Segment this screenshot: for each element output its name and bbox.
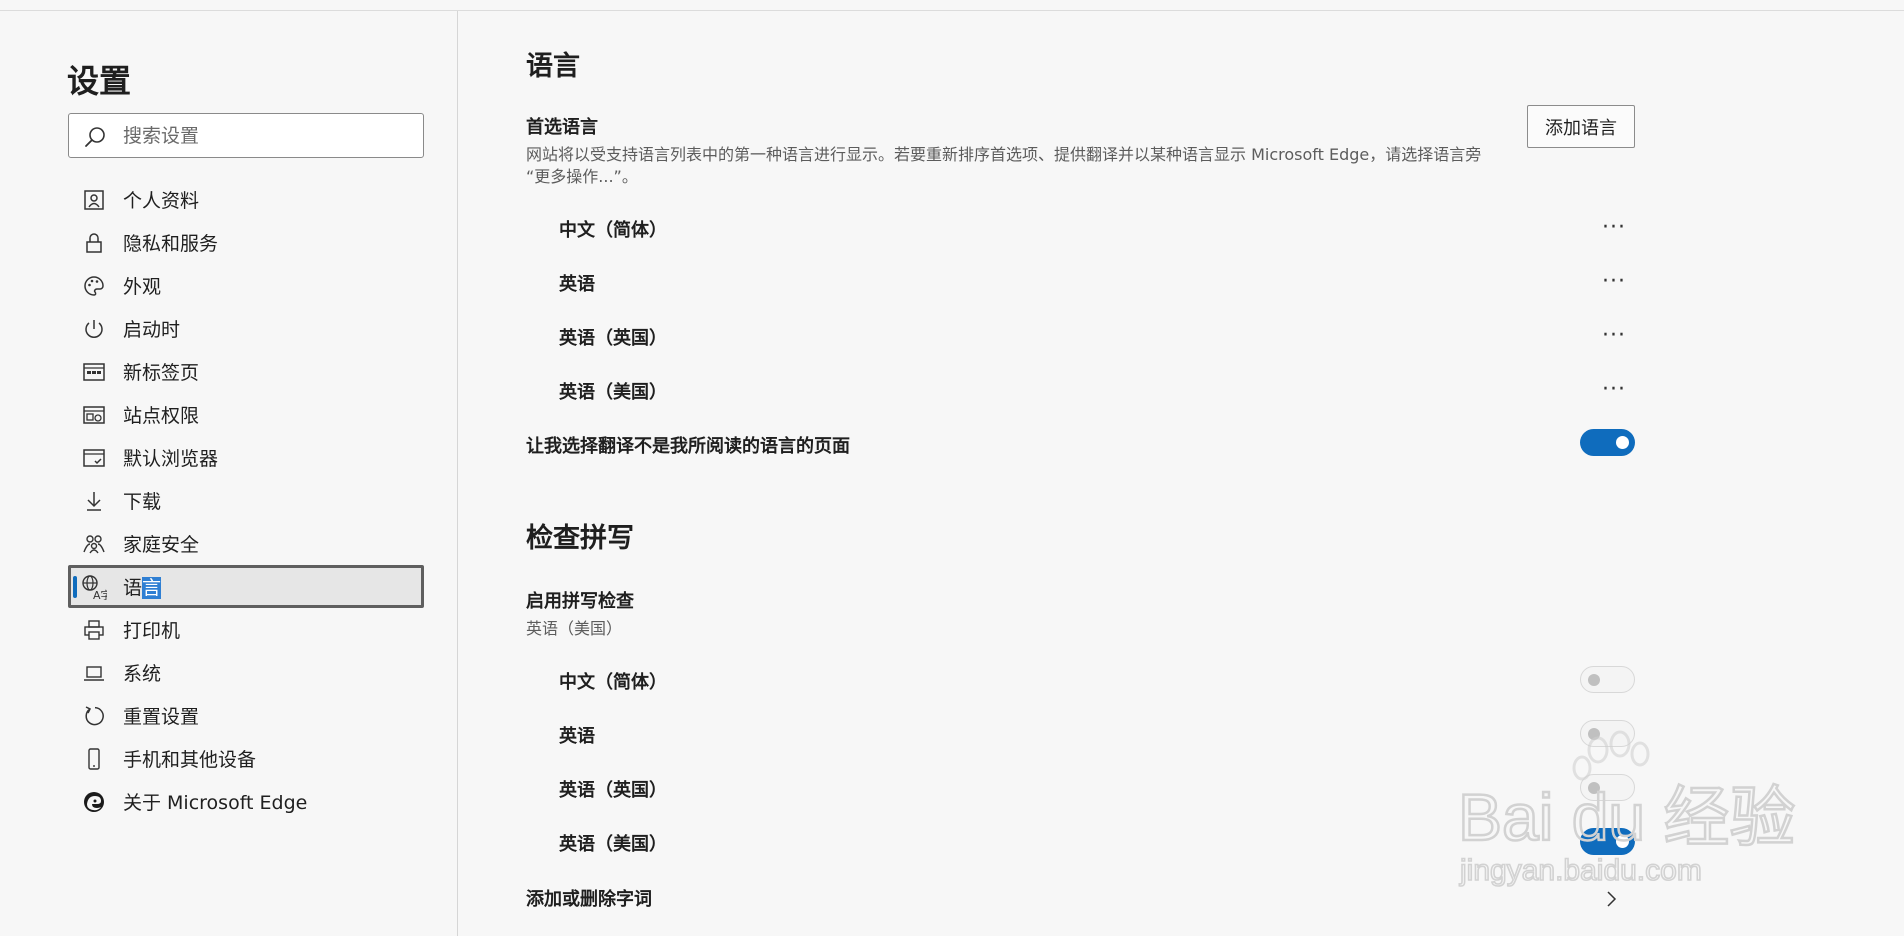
- enable-spellcheck-label: 启用拼写检查: [526, 591, 634, 612]
- spellcheck-language-item: 英语（美国）: [559, 834, 667, 855]
- sidebar-item-default-browser[interactable]: 默认浏览器: [68, 436, 424, 479]
- more-actions-button[interactable]: ···: [1597, 379, 1631, 401]
- toggle-knob: [1616, 436, 1629, 449]
- sidebar-item-label: 站点权限: [123, 405, 200, 427]
- spellcheck-language-toggle[interactable]: [1580, 774, 1635, 801]
- preferred-language-item: 英语（美国）: [559, 382, 667, 403]
- description-line: 网站将以受支持语言列表中的第一种语言进行显示。若要重新排序首选项、提供翻译并以某…: [526, 145, 1482, 164]
- toggle-knob: [1616, 835, 1629, 848]
- chevron-right-icon[interactable]: [1601, 889, 1621, 909]
- family-icon: [81, 531, 107, 557]
- spellcheck-language-item: 英语: [559, 726, 595, 747]
- spellcheck-section-title: 检查拼写: [526, 523, 634, 554]
- more-actions-button[interactable]: ···: [1597, 325, 1631, 347]
- toggle-knob: [1588, 674, 1600, 686]
- preferred-languages-label: 首选语言: [526, 117, 598, 138]
- enable-spellcheck-subtext: 英语（美国）: [526, 619, 623, 638]
- palette-icon: [81, 273, 107, 299]
- settings-title: 设置: [67, 62, 132, 100]
- default-browser-icon: [81, 445, 107, 471]
- language-section-title: 语言: [526, 51, 580, 82]
- sidebar-item-label: 启动时: [123, 319, 181, 341]
- preferred-languages-description: 网站将以受支持语言列表中的第一种语言进行显示。若要重新排序首选项、提供翻译并以某…: [526, 144, 1526, 188]
- profile-icon: [81, 187, 107, 213]
- more-actions-button[interactable]: ···: [1597, 217, 1631, 239]
- sidebar-item-label: 下载: [123, 491, 162, 513]
- new-tab-icon: [81, 359, 107, 385]
- dictionary-words-label[interactable]: 添加或删除字词: [526, 885, 652, 911]
- preferred-language-item: 英语: [559, 274, 595, 295]
- edge-logo-icon: [81, 789, 107, 815]
- sidebar-item-label: 个人资料: [123, 190, 200, 212]
- sidebar-item-startup[interactable]: 启动时: [68, 307, 424, 350]
- svg-text:A字: A字: [93, 588, 107, 600]
- preferred-language-item: 英语（英国）: [559, 328, 667, 349]
- spellcheck-language-item: 英语（英国）: [559, 780, 667, 801]
- sidebar-item-downloads[interactable]: 下载: [68, 479, 424, 522]
- search-input[interactable]: [123, 121, 413, 151]
- sidebar-item-label: 手机和其他设备: [123, 749, 257, 771]
- language-icon: A字: [81, 574, 107, 600]
- power-icon: [81, 316, 107, 342]
- sidebar-item-label: 重置设置: [123, 706, 200, 728]
- sidebar-item-label: 系统: [123, 663, 162, 685]
- label-text: 语: [123, 577, 143, 599]
- phone-icon: [81, 746, 107, 772]
- spellcheck-language-item: 中文（简体）: [559, 672, 667, 693]
- sidebar-item-label: 关于 Microsoft Edge: [123, 792, 308, 814]
- reset-icon: [81, 703, 107, 729]
- toggle-knob: [1588, 728, 1600, 740]
- window-top-strip: [0, 0, 1904, 11]
- site-permissions-icon: [81, 402, 107, 428]
- selected-text: 言: [142, 577, 162, 599]
- sidebar-item-system[interactable]: 系统: [68, 651, 424, 694]
- sidebar-item-label: 外观: [123, 276, 162, 298]
- lock-icon: [81, 230, 107, 256]
- sidebar-item-site-permissions[interactable]: 站点权限: [68, 393, 424, 436]
- sidebar-item-family-safety[interactable]: 家庭安全: [68, 522, 424, 565]
- download-icon: [81, 488, 107, 514]
- sidebar-item-label: 语言: [123, 573, 162, 600]
- preferred-language-item: 中文（简体）: [559, 220, 667, 241]
- more-actions-button[interactable]: ···: [1597, 271, 1631, 293]
- laptop-icon: [81, 660, 107, 686]
- sidebar-item-label: 打印机: [123, 620, 181, 642]
- sidebar-item-printers[interactable]: 打印机: [68, 608, 424, 651]
- toggle-knob: [1588, 782, 1600, 794]
- sidebar-item-label: 家庭安全: [123, 534, 200, 556]
- settings-sidebar: 设置 个人资料 隐私和服务 外观: [0, 11, 458, 936]
- printer-icon: [81, 617, 107, 643]
- add-language-button[interactable]: 添加语言: [1527, 105, 1635, 148]
- sidebar-item-privacy[interactable]: 隐私和服务: [68, 221, 424, 264]
- spellcheck-language-toggle[interactable]: [1580, 720, 1635, 747]
- settings-main-panel: 语言 首选语言 网站将以受支持语言列表中的第一种语言进行显示。若要重新排序首选项…: [459, 11, 1904, 936]
- sidebar-item-language[interactable]: A字 语言: [68, 565, 424, 608]
- sidebar-item-label: 新标签页: [123, 362, 200, 384]
- search-icon: [85, 127, 105, 147]
- sidebar-item-new-tab[interactable]: 新标签页: [68, 350, 424, 393]
- sidebar-item-phone-devices[interactable]: 手机和其他设备: [68, 737, 424, 780]
- spellcheck-language-toggle[interactable]: [1580, 828, 1635, 855]
- settings-nav: 个人资料 隐私和服务 外观 启动时 新标签页 站点权限 默认浏览器 下载 家庭安…: [68, 178, 424, 823]
- spellcheck-language-toggle[interactable]: [1580, 666, 1635, 693]
- search-settings-box[interactable]: [68, 113, 424, 158]
- sidebar-item-reset[interactable]: 重置设置: [68, 694, 424, 737]
- description-line: “更多操作...”。: [526, 167, 638, 186]
- translate-offer-toggle[interactable]: [1580, 429, 1635, 456]
- sidebar-item-about-edge[interactable]: 关于 Microsoft Edge: [68, 780, 424, 823]
- sidebar-item-appearance[interactable]: 外观: [68, 264, 424, 307]
- sidebar-item-profile[interactable]: 个人资料: [68, 178, 424, 221]
- translate-offer-label: 让我选择翻译不是我所阅读的语言的页面: [526, 436, 850, 457]
- sidebar-item-label: 默认浏览器: [123, 448, 219, 470]
- sidebar-item-label: 隐私和服务: [123, 233, 219, 255]
